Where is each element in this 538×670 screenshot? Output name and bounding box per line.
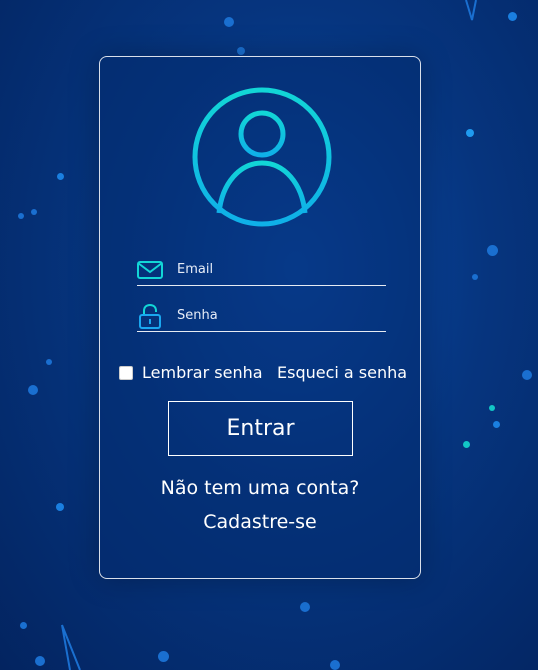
- email-field: [137, 255, 386, 286]
- envelope-icon: [137, 261, 163, 279]
- remember-label[interactable]: Lembrar senha: [142, 363, 263, 382]
- signup-link[interactable]: Cadastre-se: [100, 511, 420, 533]
- padlock-icon: [139, 303, 161, 329]
- no-account-text: Não tem uma conta?: [160, 477, 360, 499]
- email-input[interactable]: [177, 255, 377, 283]
- submit-button[interactable]: Entrar: [168, 401, 353, 456]
- login-card: Lembrar senha Esqueci a senha Entrar Não…: [99, 56, 421, 579]
- user-avatar-icon: [192, 87, 332, 227]
- remember-checkbox[interactable]: [119, 365, 133, 380]
- remember-me: Lembrar senha: [119, 363, 263, 382]
- forgot-password-link[interactable]: Esqueci a senha: [277, 363, 407, 382]
- password-field: [137, 301, 386, 332]
- password-input[interactable]: [177, 301, 377, 329]
